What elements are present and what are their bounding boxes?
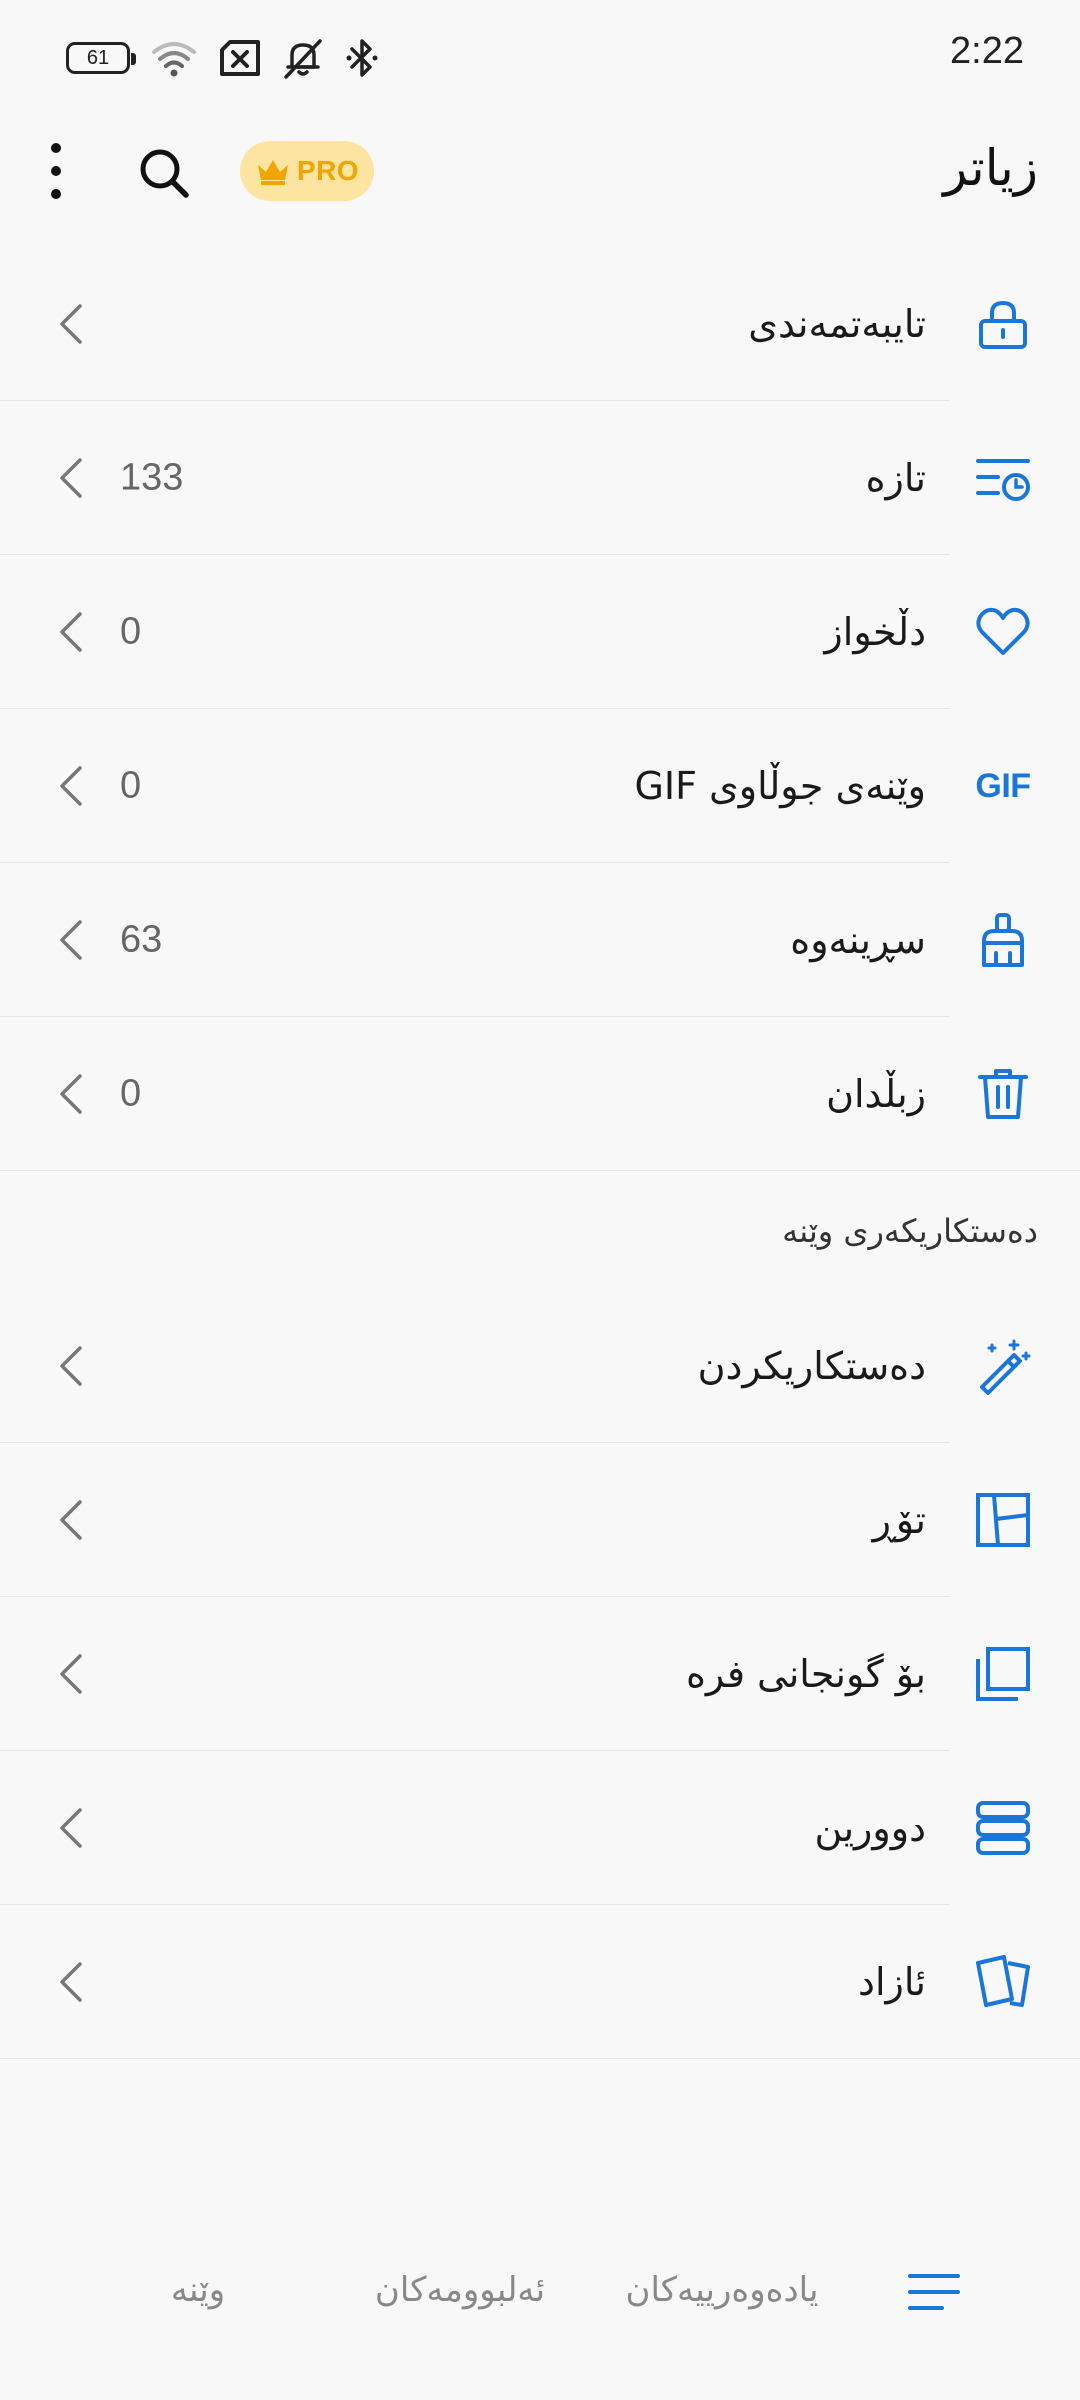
item-count: 63 [120, 918, 163, 961]
chevron-left-icon [60, 1962, 82, 2002]
status-icons: 61 [66, 34, 380, 82]
crown-icon [257, 160, 288, 185]
pro-label: PRO [296, 155, 360, 186]
heart-icon [974, 603, 1032, 661]
item-count: 0 [120, 764, 142, 807]
page-title: زیاتر [943, 139, 1038, 197]
nav-tab-photos[interactable]: وێنە [171, 2270, 225, 2310]
list-item-label: تۆڕ [872, 1498, 926, 1542]
chevron-left-icon [60, 1500, 82, 1540]
chevron-left-icon [60, 1654, 82, 1694]
magic-wand-icon [974, 1337, 1032, 1395]
list-item-label: سڕینەوە [790, 918, 926, 962]
list-item-cleanup[interactable]: سڕینەوە 63 [0, 863, 1080, 1017]
editor-list: دەستکاریکردن تۆڕ بۆ گونجانی فرە دوورین ئ… [0, 1289, 1080, 2059]
chevron-left-icon [60, 1074, 82, 1114]
menu-lines-icon[interactable] [908, 2272, 960, 2312]
item-count: 0 [120, 610, 142, 653]
lock-icon [974, 295, 1032, 353]
bottom-nav: وێنە ئەلبوومەکان یادەوەرییەکان [0, 2230, 1080, 2360]
main-list: تایبەتمەندی تازە 133 دڵخواز 0 GIF وێنەی … [0, 247, 1080, 1171]
item-count: 0 [120, 1072, 142, 1115]
list-item-favorites[interactable]: دڵخواز 0 [0, 555, 1080, 709]
status-time: 2:22 [950, 30, 1024, 72]
section-header-photo-editor: دەستکاریکەری وێنە [782, 1212, 1038, 1250]
free-cards-icon [974, 1953, 1032, 2011]
bluetooth-icon [346, 39, 378, 77]
gif-icon: GIF [975, 766, 1031, 805]
wifi-icon [152, 42, 196, 77]
collage-grid-icon [974, 1491, 1032, 1549]
list-item-recent[interactable]: تازە 133 [0, 401, 1080, 555]
chevron-left-icon [60, 766, 82, 806]
top-bar: PRO زیاتر [0, 115, 1080, 225]
chevron-left-icon [60, 1808, 82, 1848]
list-item-trash[interactable]: زبڵدان 0 [0, 1017, 1080, 1171]
status-bar: 61 2:22 [0, 0, 1080, 115]
broom-icon [974, 911, 1032, 969]
stack-icon [974, 1799, 1032, 1857]
list-item-label: تازە [865, 456, 926, 500]
list-item-gif[interactable]: GIF وێنەی جوڵاوی GIF 0 [0, 709, 1080, 863]
item-count: 133 [120, 456, 184, 499]
list-item-label: وێنەی جوڵاوی GIF [634, 764, 926, 808]
chevron-left-icon [60, 612, 82, 652]
pro-badge-button[interactable]: PRO [240, 141, 374, 201]
nav-tab-memories[interactable]: یادەوەرییەکان [626, 2270, 819, 2310]
list-item-features[interactable]: تایبەتمەندی [0, 247, 1080, 401]
list-item-label: دڵخواز [824, 610, 926, 654]
layers-icon [974, 1645, 1032, 1703]
more-options-icon[interactable] [40, 143, 72, 199]
chevron-left-icon [60, 920, 82, 960]
nav-tab-albums[interactable]: ئەلبوومەکان [375, 2270, 545, 2310]
muted-bell-icon [284, 39, 322, 79]
list-item-stitch[interactable]: دوورین [0, 1751, 1080, 1905]
list-item-edit[interactable]: دەستکاریکردن [0, 1289, 1080, 1443]
list-item-multi-fit[interactable]: بۆ گونجانی فرە [0, 1597, 1080, 1751]
trash-icon [974, 1065, 1032, 1123]
chevron-left-icon [60, 304, 82, 344]
list-item-grid[interactable]: تۆڕ [0, 1443, 1080, 1597]
no-sim-icon [220, 40, 260, 76]
list-item-label: دوورین [814, 1806, 926, 1850]
battery-icon: 61 [66, 42, 136, 74]
list-item-free[interactable]: ئازاد [0, 1905, 1080, 2059]
recent-list-icon [974, 449, 1032, 507]
list-item-label: تایبەتمەندی [748, 302, 926, 346]
list-item-label: دەستکاریکردن [697, 1344, 926, 1388]
chevron-left-icon [60, 1346, 82, 1386]
battery-level: 61 [86, 46, 110, 69]
chevron-left-icon [60, 458, 82, 498]
list-item-label: بۆ گونجانی فرە [685, 1652, 926, 1696]
search-icon[interactable] [136, 145, 192, 201]
list-item-label: ئازاد [858, 1960, 926, 2004]
app-root: 61 2:22 PRO زیاتر تایبەتمەندی تازە 133 د… [0, 0, 1080, 2400]
list-item-label: زبڵدان [826, 1072, 926, 1116]
